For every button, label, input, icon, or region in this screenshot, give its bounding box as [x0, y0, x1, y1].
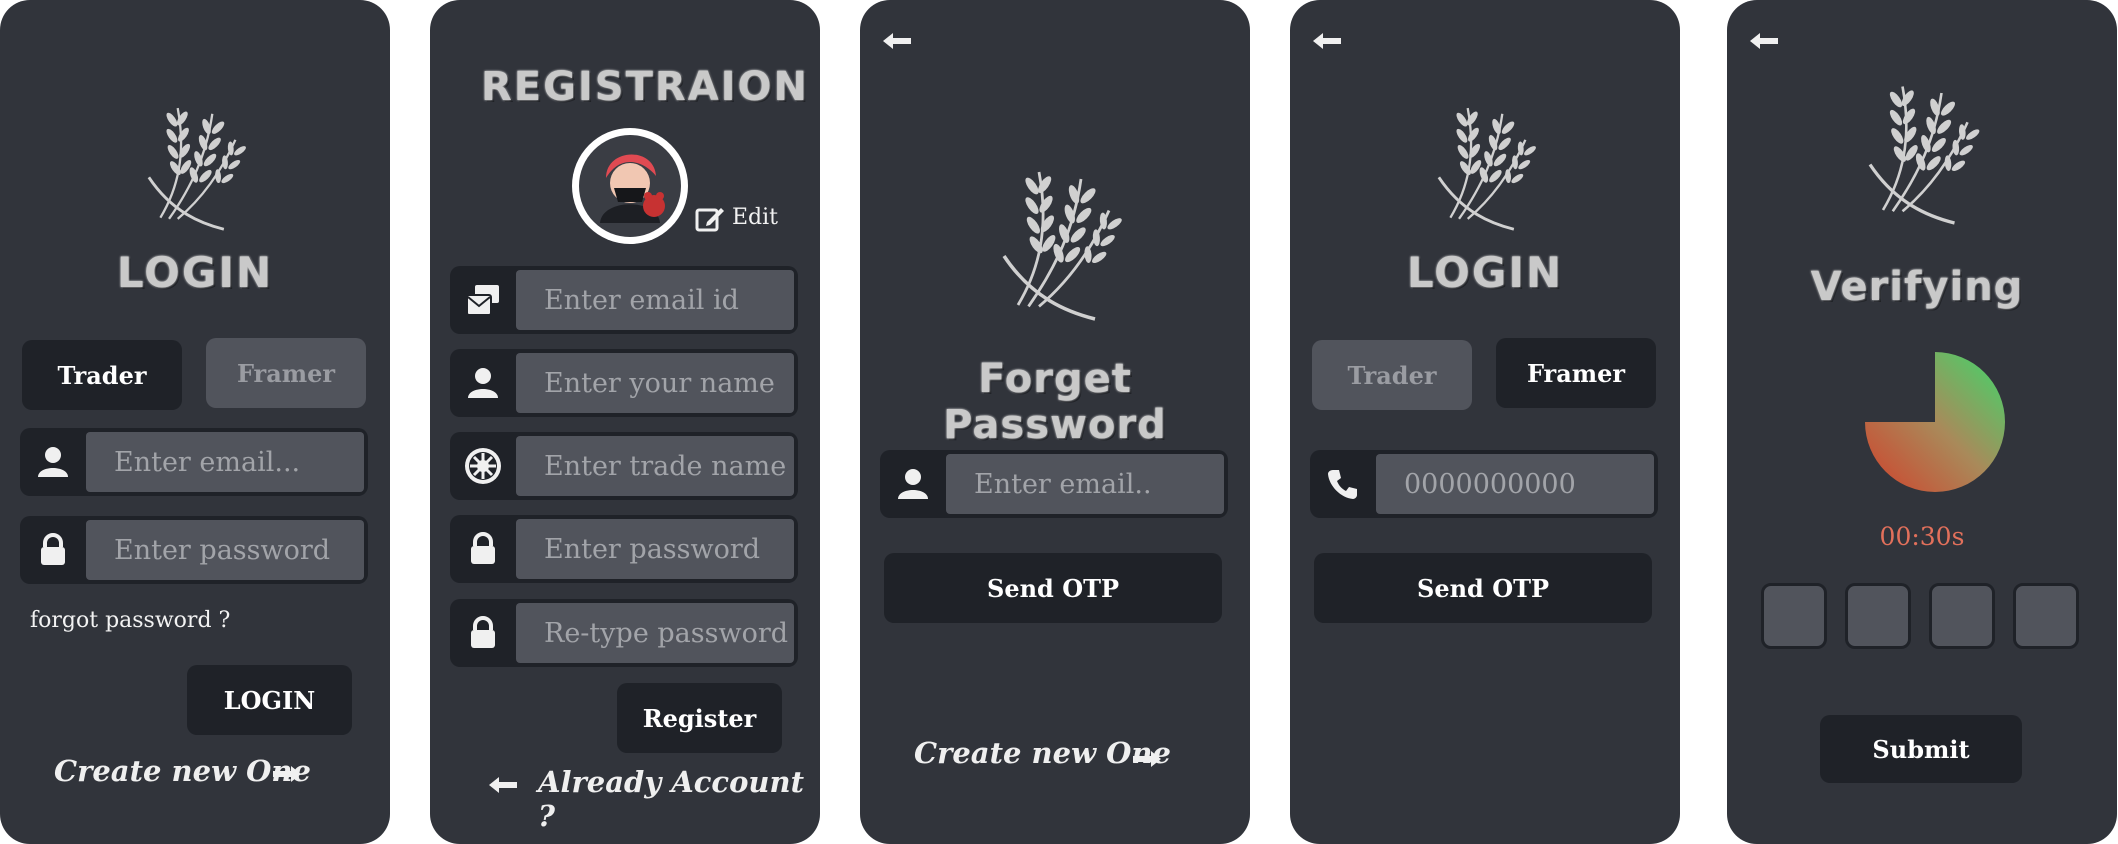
email-input[interactable]: Enter email... [86, 432, 364, 492]
password-field[interactable]: Enter password [20, 516, 368, 584]
send-otp-button[interactable]: Send OTP [1314, 553, 1652, 623]
email-field[interactable]: Enter email.. [880, 450, 1228, 518]
password-input[interactable]: Enter password [516, 519, 794, 579]
name-input[interactable]: Enter your name [516, 353, 794, 413]
password-field[interactable]: Enter password [450, 515, 798, 583]
page-title: Forget Password [943, 356, 1167, 448]
send-otp-button[interactable]: Send OTP [884, 553, 1222, 623]
lock-icon [450, 599, 516, 667]
wheat-logo-icon [147, 106, 249, 231]
arrow-right-icon[interactable] [1132, 750, 1162, 768]
already-account-link[interactable]: Already Account ? [538, 765, 820, 833]
back-arrow-icon[interactable] [1312, 32, 1342, 50]
email-input[interactable]: Enter email.. [946, 454, 1224, 514]
forgot-password-link[interactable]: forgot password ? [30, 608, 230, 633]
edit-avatar-label[interactable]: Edit [732, 205, 778, 230]
registration-screen: REGISTRAION Edit Enter email id Enter yo… [430, 0, 820, 844]
avatar[interactable] [572, 128, 688, 244]
tab-framer[interactable]: Framer [1496, 338, 1656, 408]
page-title: LOGIN [1406, 248, 1564, 297]
mail-icon [450, 266, 516, 334]
back-arrow-icon[interactable] [1749, 32, 1779, 50]
arrow-left-icon[interactable] [488, 776, 518, 794]
back-arrow-icon[interactable] [882, 32, 912, 50]
verifying-screen: Verifying 00:30s Submit [1727, 0, 2117, 844]
countdown-progress [1865, 352, 2005, 492]
register-button[interactable]: Register [617, 683, 782, 753]
wheat-logo-icon [1868, 84, 1983, 225]
tab-trader[interactable]: Trader [22, 340, 182, 410]
arrow-right-icon[interactable] [272, 765, 302, 783]
login-button[interactable]: LOGIN [187, 665, 352, 735]
phone-field[interactable]: 0000000000 [1310, 450, 1658, 518]
trade-name-input[interactable]: Enter trade name [516, 436, 794, 496]
phone-icon [1310, 450, 1376, 518]
retype-password-input[interactable]: Re-type password [516, 603, 794, 663]
wheat-logo-icon [1002, 170, 1126, 321]
otp-box-3[interactable] [1929, 583, 1995, 649]
name-field[interactable]: Enter your name [450, 349, 798, 417]
password-input[interactable]: Enter password [86, 520, 364, 580]
wheat-logo-icon [1437, 106, 1539, 231]
otp-box-2[interactable] [1845, 583, 1911, 649]
timer-text: 00:30s [1879, 522, 1965, 551]
tab-trader[interactable]: Trader [1312, 340, 1472, 410]
email-field[interactable]: Enter email id [450, 266, 798, 334]
progress-arc [1865, 352, 2005, 492]
forget-password-screen: Forget Password Enter email.. Send OTP C… [860, 0, 1250, 844]
email-input[interactable]: Enter email id [516, 270, 794, 330]
otp-box-1[interactable] [1761, 583, 1827, 649]
lock-icon [450, 515, 516, 583]
phone-input[interactable]: 0000000000 [1376, 454, 1654, 514]
login-trader-screen: LOGIN Trader Framer Enter email... Enter… [0, 0, 390, 844]
email-field[interactable]: Enter email... [20, 428, 368, 496]
submit-button[interactable]: Submit [1820, 715, 2022, 783]
lock-icon [20, 516, 86, 584]
page-title: LOGIN [116, 248, 274, 297]
gear-icon [450, 432, 516, 500]
page-title: REGISTRAION [480, 64, 810, 110]
page-title: Verifying [1810, 264, 2024, 310]
user-icon [20, 428, 86, 496]
trade-name-field[interactable]: Enter trade name [450, 432, 798, 500]
tab-framer[interactable]: Framer [206, 338, 366, 408]
login-framer-screen: LOGIN Trader Framer 0000000000 Send OTP [1290, 0, 1680, 844]
edit-icon[interactable] [695, 204, 725, 232]
user-icon [880, 450, 946, 518]
user-icon [450, 349, 516, 417]
otp-box-4[interactable] [2013, 583, 2079, 649]
retype-password-field[interactable]: Re-type password [450, 599, 798, 667]
